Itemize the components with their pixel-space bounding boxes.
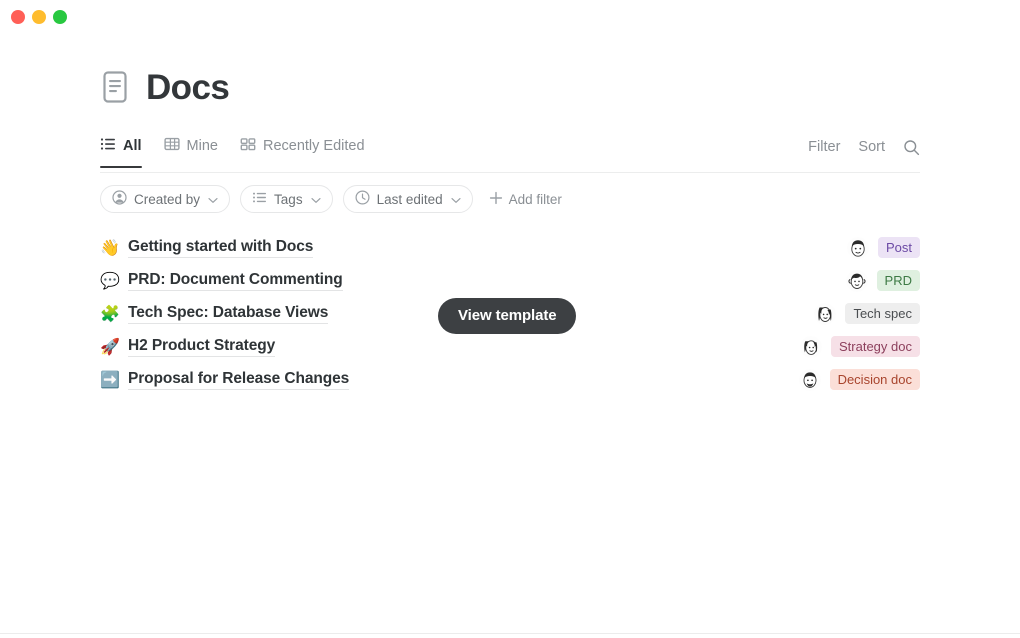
zoom-window-button[interactable] [53,10,67,24]
clock-icon [355,190,370,208]
list-view-icon [100,136,116,156]
list-icon [252,190,267,208]
bottom-divider [0,633,1020,634]
view-tabs: All Mine Recently Edited [100,132,365,168]
document-title[interactable]: Tech Spec: Database Views [128,304,328,324]
minimize-window-button[interactable] [32,10,46,24]
document-row-main: 💬 PRD: Document Commenting [100,271,343,291]
filter-bar: Created by Tags Last edited Add filter [100,185,920,213]
tab-recently-edited-label: Recently Edited [262,138,365,154]
document-icon [100,70,130,104]
tab-mine[interactable]: Mine [163,132,218,162]
table-row[interactable]: 🚀 H2 Product Strategy Strategy doc [100,330,920,363]
plus-icon [489,191,503,208]
app-window: Docs All Mine Recently Edited Filter Sor… [0,0,1020,638]
table-row[interactable]: 💬 PRD: Document Commenting PRD [100,264,920,297]
document-row-meta: Tech spec [814,297,920,330]
page-inner: Docs All Mine Recently Edited Filter Sor… [100,60,920,396]
document-row-main: 👋 Getting started with Docs [100,238,313,258]
document-row-main: 🧩 Tech Spec: Database Views [100,304,328,324]
status-badge[interactable]: PRD [876,270,920,291]
tab-all-label: All [123,138,142,154]
speech-balloon-emoji: 💬 [100,270,120,290]
filter-chip-last-edited-label: Last edited [376,191,443,207]
chevron-down-icon [451,192,461,207]
traffic-lights [11,10,67,24]
search-icon[interactable] [903,139,920,156]
waving-hand-emoji: 👋 [100,237,120,257]
document-row-main: ➡️ Proposal for Release Changes [100,370,349,390]
chevron-down-icon [208,192,218,207]
document-title[interactable]: Getting started with Docs [128,238,313,258]
document-title[interactable]: H2 Product Strategy [128,337,275,357]
tab-recently-edited[interactable]: Recently Edited [240,132,365,162]
view-tabbar: All Mine Recently Edited Filter Sort [100,132,920,168]
document-row-meta: Strategy doc [800,330,920,363]
filter-button[interactable]: Filter [808,140,840,155]
filter-chip-tags-label: Tags [274,191,303,207]
status-badge[interactable]: Decision doc [829,369,920,390]
document-row-meta: Post [846,231,920,264]
avatar [846,236,869,259]
tab-mine-label: Mine [186,138,218,154]
avatar [814,302,837,325]
page-header: Docs [100,60,920,114]
view-tab-actions: Filter Sort [808,132,920,162]
status-badge[interactable]: Strategy doc [831,336,920,357]
avatar [798,368,821,391]
tabbar-divider [100,172,920,173]
sort-button[interactable]: Sort [858,140,885,155]
tab-all[interactable]: All [100,132,142,168]
avatar [845,269,868,292]
page-title: Docs [146,67,230,107]
status-badge[interactable]: Post [877,237,920,258]
add-filter-label: Add filter [508,191,562,207]
avatar [800,335,822,358]
document-title[interactable]: PRD: Document Commenting [128,271,343,291]
chevron-down-icon [310,192,321,207]
document-row-meta: Decision doc [798,363,920,396]
window-titlebar [0,0,1020,36]
close-window-button[interactable] [11,10,25,24]
add-filter-button[interactable]: Add filter [483,185,566,213]
status-badge[interactable]: Tech spec [845,303,920,324]
person-icon [112,190,127,208]
table-view-icon [163,136,180,156]
filter-chip-created-by-label: Created by [134,191,201,207]
document-title[interactable]: Proposal for Release Changes [128,370,349,390]
gallery-view-icon [240,136,256,156]
puzzle-piece-emoji: 🧩 [100,303,120,323]
document-row-main: 🚀 H2 Product Strategy [100,337,275,357]
right-arrow-emoji: ➡️ [100,369,120,389]
document-row-meta: PRD [845,264,920,297]
table-row[interactable]: ➡️ Proposal for Release Changes Decision… [100,363,920,396]
view-template-button[interactable]: View template [438,298,577,334]
rocket-emoji: 🚀 [100,336,120,356]
filter-chip-last-edited[interactable]: Last edited [342,185,473,213]
table-row[interactable]: 👋 Getting started with Docs Post [100,231,920,264]
filter-chip-tags[interactable]: Tags [240,185,333,213]
filter-chip-created-by[interactable]: Created by [100,185,231,213]
